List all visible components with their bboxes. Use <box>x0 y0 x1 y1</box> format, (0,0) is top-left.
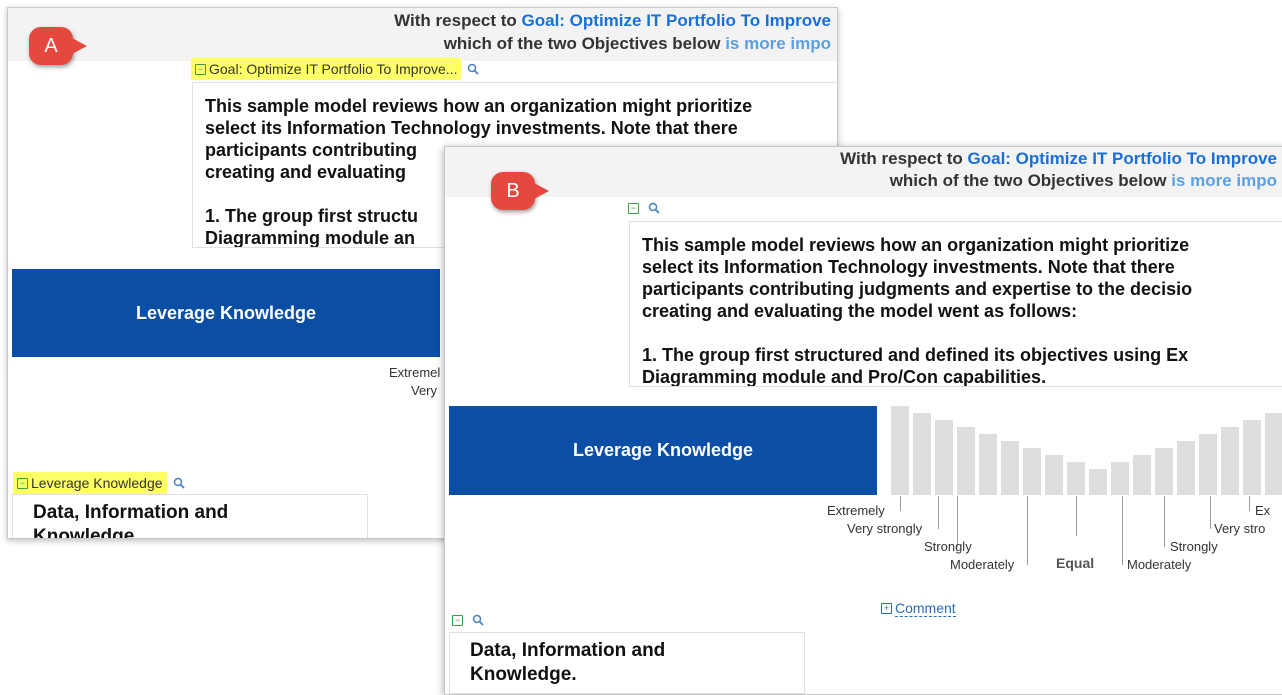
comment-label: Comment <box>895 600 956 617</box>
scale-label-extremely: Extremel <box>389 365 441 380</box>
header-line-1: With respect to Goal: Optimize IT Portfo… <box>840 149 1277 169</box>
judgment-bar[interactable] <box>1045 455 1063 495</box>
description-line: select its Information Technology invest… <box>205 118 738 138</box>
description-line: select its Information Technology invest… <box>642 257 1175 277</box>
zoom-icon[interactable] <box>467 63 480 75</box>
left-objective-button[interactable]: Leverage Knowledge <box>449 406 877 495</box>
scale-label-right-very-strongly: Very stro <box>1214 521 1266 536</box>
objective-description: Data, Information and Knowledge. <box>449 632 805 694</box>
tick-right-strongly <box>1164 496 1165 547</box>
judgment-bar[interactable] <box>935 420 953 495</box>
comparison-header: With respect to Goal: Optimize IT Portfo… <box>445 147 1282 197</box>
collapse-icon[interactable]: − <box>628 202 639 214</box>
goal-description: This sample model reviews how an organiz… <box>629 221 1282 387</box>
collapse-icon[interactable]: − <box>195 63 206 75</box>
scale-label-left-very-strongly: Very strongly <box>847 521 923 536</box>
objective-desc-line: Data, Information and <box>33 502 229 523</box>
expand-icon: + <box>881 603 892 614</box>
header-question: which of the two Objectives below <box>443 34 726 53</box>
header-emphasis: is more impo <box>725 34 831 53</box>
tick-right-very-strongly <box>1210 496 1211 529</box>
goal-link[interactable]: Goal: Optimize IT Portfolio To Improve <box>968 149 1277 168</box>
objective-description: Data, Information and Knowledge. <box>12 494 368 539</box>
judgment-bar[interactable] <box>1221 427 1239 495</box>
header-line-2: which of the two Objectives below is mor… <box>444 34 831 54</box>
tick-equal <box>1076 496 1077 536</box>
judgment-bar[interactable] <box>1089 469 1107 495</box>
objective-node-controls[interactable]: − <box>452 614 484 626</box>
description-line: creating and evaluating the model went a… <box>642 301 1078 321</box>
scale-label-left-extremely: Extremely <box>827 503 885 518</box>
header-line-1: With respect to Goal: Optimize IT Portfo… <box>394 11 831 31</box>
scale-label-left-strongly: Strongly <box>924 539 972 554</box>
goal-node-text: Goal: Optimize IT Portfolio To Improve..… <box>209 61 458 77</box>
header-question: which of the two Objectives below <box>889 171 1172 190</box>
description-line: Diagramming module and Pro/Con capabilit… <box>642 367 1047 387</box>
header-emphasis: is more impo <box>1171 171 1277 190</box>
comparison-header: With respect to Goal: Optimize IT Portfo… <box>8 8 837 61</box>
judgment-bar[interactable] <box>891 406 909 495</box>
callout-badge-a: A <box>29 27 87 65</box>
judgment-bar[interactable] <box>1023 448 1041 495</box>
judgment-bar[interactable] <box>1155 448 1173 495</box>
add-comment-link[interactable]: + Comment <box>881 600 956 617</box>
scale-label-equal: Equal <box>1056 555 1095 571</box>
tick-left-very-strongly <box>938 496 939 529</box>
judgment-bar[interactable] <box>1133 455 1151 495</box>
judgment-bar[interactable] <box>913 413 931 495</box>
judgment-bar[interactable] <box>957 427 975 495</box>
objective-desc-line: Data, Information and <box>470 640 666 661</box>
badge-letter: A <box>44 34 58 57</box>
left-objective-label: Leverage Knowledge <box>135 302 317 323</box>
tick-right-extremely <box>1249 496 1250 511</box>
tick-left-extremely <box>900 496 901 511</box>
goal-node-controls[interactable]: − <box>628 202 660 214</box>
scale-label-right-extremely: Ex <box>1255 503 1271 518</box>
header-prefix: With respect to <box>840 149 968 168</box>
objective-desc-line: Knowledge. <box>33 526 140 539</box>
zoom-icon[interactable] <box>173 477 185 489</box>
badge-letter: B <box>506 179 520 202</box>
scale-label-right-moderately: Moderately <box>1127 557 1192 572</box>
collapse-icon[interactable]: − <box>452 614 463 626</box>
description-line: This sample model reviews how an organiz… <box>205 96 753 116</box>
judgment-bar[interactable] <box>1067 462 1085 495</box>
judgment-bar[interactable] <box>1265 413 1282 495</box>
judgment-bar[interactable] <box>1111 462 1129 495</box>
objective-node-label[interactable]: − Leverage Knowledge <box>13 472 185 494</box>
judgment-bar[interactable] <box>1177 441 1195 495</box>
tick-right-moderately <box>1122 496 1123 565</box>
scale-label-right-strongly: Strongly <box>1170 539 1218 554</box>
callout-badge-b: B <box>491 172 549 210</box>
tick-left-moderately <box>1027 496 1028 565</box>
judgment-bar[interactable] <box>979 434 997 495</box>
objective-desc-line: Knowledge. <box>470 664 577 685</box>
left-objective-label: Leverage Knowledge <box>572 440 754 460</box>
header-prefix: With respect to <box>394 11 522 30</box>
judgment-bar[interactable] <box>1001 441 1019 495</box>
zoom-icon[interactable] <box>472 614 484 626</box>
left-objective-button[interactable]: Leverage Knowledge <box>12 269 440 357</box>
objective-node-text: Leverage Knowledge <box>31 475 163 491</box>
goal-link[interactable]: Goal: Optimize IT Portfolio To Improve <box>522 11 831 30</box>
judgment-bar[interactable] <box>1199 434 1217 495</box>
goal-node-label[interactable]: − Goal: Optimize IT Portfolio To Improve… <box>191 58 480 80</box>
scale-label-left-moderately: Moderately <box>950 557 1015 572</box>
header-line-2: which of the two Objectives below is mor… <box>890 171 1277 191</box>
description-line: This sample model reviews how an organiz… <box>642 235 1190 255</box>
judgment-bar[interactable] <box>1243 420 1261 495</box>
description-line <box>642 322 1282 344</box>
description-line: 1. The group first structured and define… <box>642 345 1189 365</box>
collapse-icon[interactable]: − <box>17 477 28 489</box>
scale-label-very: Very <box>411 383 438 398</box>
description-line: participants contributing judgments and … <box>642 279 1193 299</box>
panel-b-screenshot: With respect to Goal: Optimize IT Portfo… <box>444 146 1282 695</box>
zoom-icon[interactable] <box>648 202 660 214</box>
